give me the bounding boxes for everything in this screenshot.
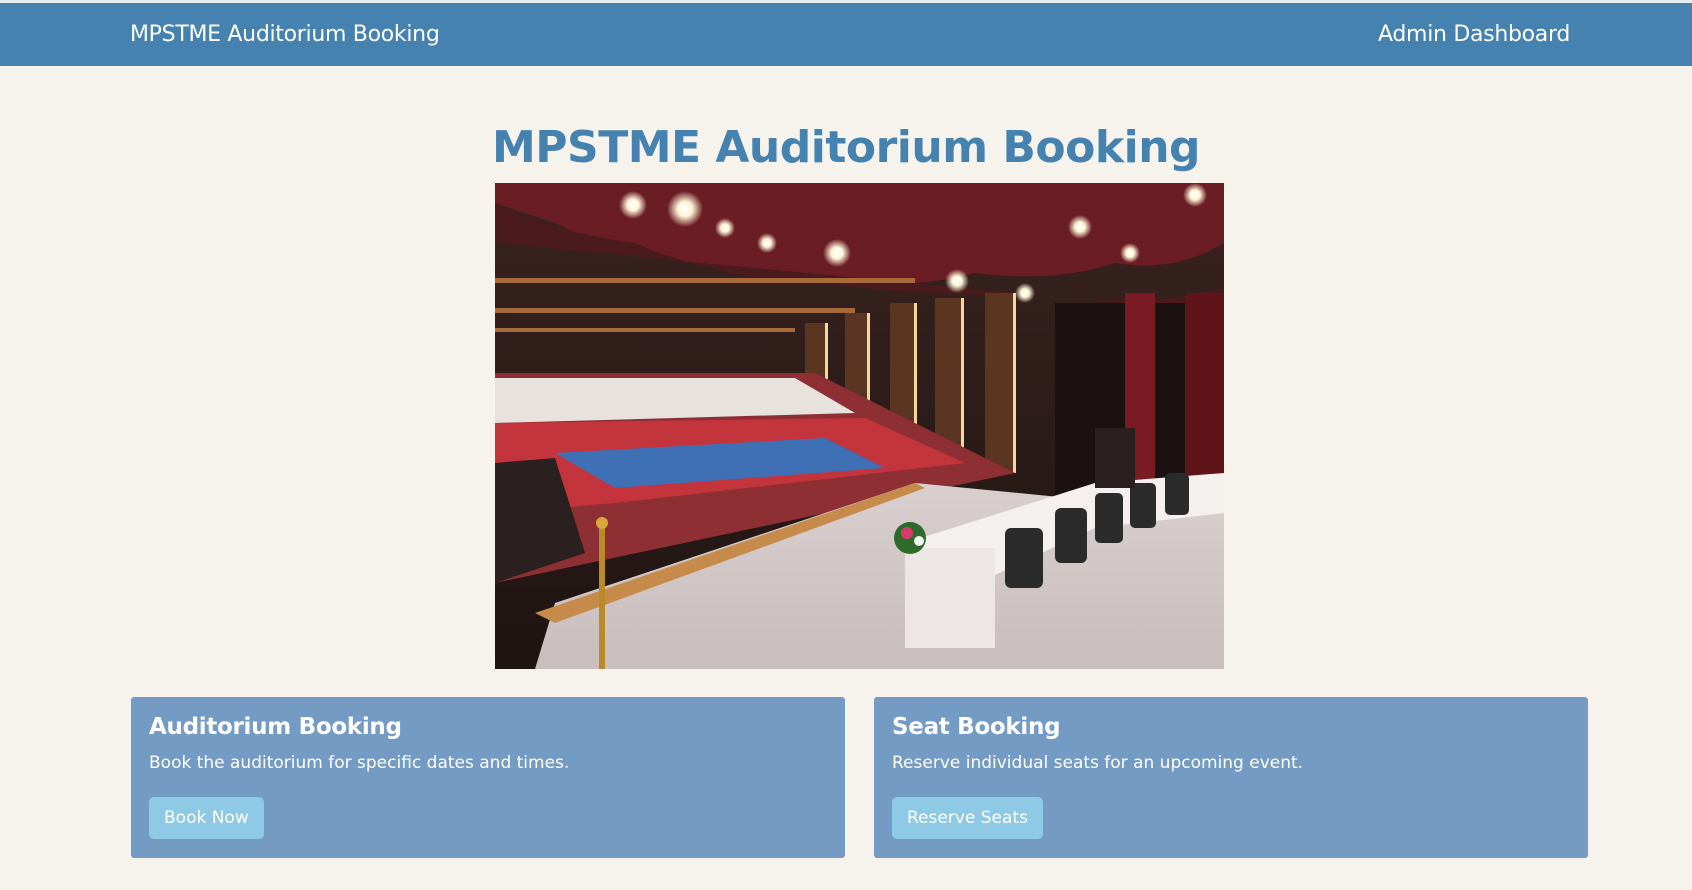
auditorium-photo [495, 183, 1224, 669]
page-title: MPSTME Auditorium Booking [491, 122, 1201, 173]
reserve-seats-button[interactable]: Reserve Seats [892, 797, 1043, 839]
auditorium-booking-card-title: Auditorium Booking [149, 714, 402, 740]
seat-booking-card: Seat Booking Reserve individual seats fo… [874, 697, 1588, 858]
navbar-brand-link[interactable]: MPSTME Auditorium Booking [130, 22, 440, 47]
seat-booking-card-description: Reserve individual seats for an upcoming… [892, 753, 1304, 773]
navbar: MPSTME Auditorium Booking Admin Dashboar… [0, 3, 1692, 66]
seat-booking-card-title: Seat Booking [892, 714, 1061, 740]
auditorium-booking-card: Auditorium Booking Book the auditorium f… [131, 697, 845, 858]
book-now-button[interactable]: Book Now [149, 797, 264, 839]
auditorium-booking-card-description: Book the auditorium for specific dates a… [149, 753, 570, 773]
admin-dashboard-link[interactable]: Admin Dashboard [1378, 22, 1570, 47]
